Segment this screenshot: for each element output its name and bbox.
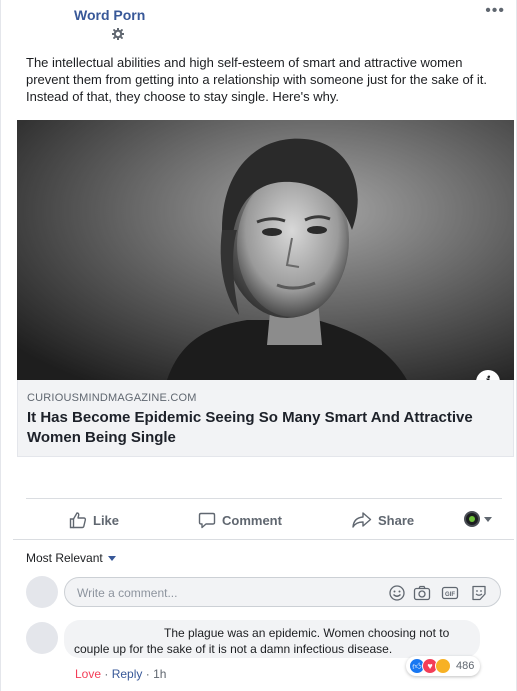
link-preview-box[interactable]: CURIOUSMINDMAGAZINE.COM It Has Become Ep… [17,380,514,457]
post-card: Word Porn ••• The intellectual abilities… [0,0,517,691]
separator: · [104,667,109,681]
comment-actions: Love · Reply · 1h [75,667,166,681]
like-button[interactable]: Like [69,508,119,532]
commenter-name-link[interactable] [74,625,160,639]
comment-timestamp[interactable]: 1h [153,667,166,681]
page-name-link[interactable]: Word Porn [74,7,145,23]
gif-icon[interactable]: GIF [441,584,459,602]
like-label: Like [93,512,120,528]
share-arrow-icon [352,512,372,528]
commenter-avatar[interactable] [26,622,58,654]
share-button[interactable]: Share [352,508,414,532]
globe-icon [464,511,480,527]
link-preview-image[interactable] [17,120,514,380]
gear-icon[interactable] [112,28,124,40]
divider [26,498,502,499]
svg-text:GIF: GIF [445,592,455,598]
comment-reactions[interactable]: 👍︎ ♥ 486 [406,656,481,676]
comment-input[interactable] [77,584,377,602]
share-label: Share [378,512,415,528]
love-reaction-button[interactable]: Love [75,667,101,681]
chevron-down-icon [484,516,492,522]
smiley-icon[interactable] [388,584,406,602]
comment-label: Comment [222,512,282,528]
sticker-icon[interactable] [470,584,488,602]
more-options-icon[interactable]: ••• [485,2,505,20]
comment-bubble: The plague was an epidemic. Women choosi… [64,620,480,658]
post-text: The intellectual abilities and high self… [26,55,488,104]
separator: · [145,667,150,681]
chevron-down-icon [107,555,116,561]
link-title[interactable]: It Has Become Epidemic Seeing So Many Sm… [27,408,497,448]
comment-sort-dropdown[interactable]: Most Relevant [26,551,116,565]
comment-input-box[interactable]: GIF [64,577,501,607]
reply-button[interactable]: Reply [112,667,143,681]
comment-button[interactable]: Comment [198,508,282,532]
divider [13,539,514,540]
link-domain: CURIOUSMINDMAGAZINE.COM [27,392,197,404]
audience-selector[interactable] [464,511,492,527]
reaction-count: 486 [456,660,475,672]
haha-reaction-icon [435,658,451,674]
thumbs-up-icon [69,512,87,529]
camera-icon[interactable] [413,584,431,602]
avatar[interactable] [26,576,58,608]
comment-sort-label: Most Relevant [26,551,103,565]
comment-bubble-icon [198,512,216,529]
